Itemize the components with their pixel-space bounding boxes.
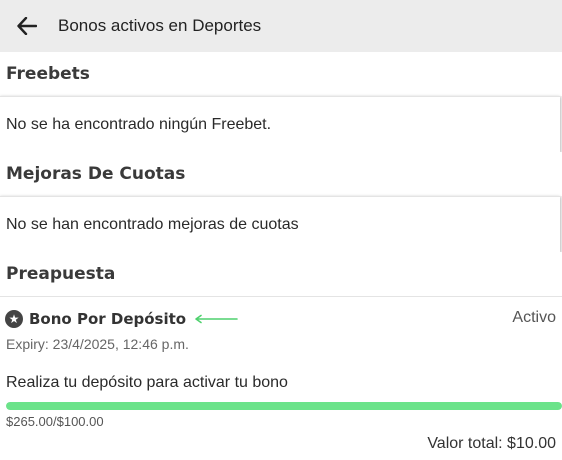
odds-boosts-section-title: Mejoras De Cuotas xyxy=(0,152,562,196)
bonus-status: Activo xyxy=(512,309,556,326)
freebets-empty-message: No se ha encontrado ningún Freebet. xyxy=(0,96,560,152)
page-title: Bonos activos en Deportes xyxy=(58,16,262,35)
bonus-progress-bar xyxy=(6,402,562,410)
app-header: Bonos activos en Deportes xyxy=(0,0,562,52)
arrow-left-icon xyxy=(17,17,37,35)
star-badge-icon: ★ xyxy=(5,310,23,328)
annotation-arrow-icon xyxy=(194,314,238,324)
bonus-expiry: Expiry: 23/4/2025, 12:46 p.m. xyxy=(6,336,189,352)
bonus-name: Bono Por Depósito xyxy=(29,310,187,328)
bonus-amounts: $265.00/$100.00 xyxy=(6,414,104,429)
back-button[interactable] xyxy=(16,15,38,37)
bonus-total-value: Valor total: $10.00 xyxy=(427,435,556,452)
freebets-section-title: Freebets xyxy=(0,52,562,96)
bonus-description: Realiza tu depósito para activar tu bono xyxy=(6,374,288,391)
deposit-bonus-card[interactable]: ★ Bono Por Depósito Activo Expiry: 23/4/… xyxy=(0,296,562,460)
bonus-progress-fill xyxy=(6,402,562,410)
odds-boosts-empty-message: No se han encontrado mejoras de cuotas xyxy=(0,196,560,252)
prebet-section-title: Preapuesta xyxy=(0,252,562,296)
